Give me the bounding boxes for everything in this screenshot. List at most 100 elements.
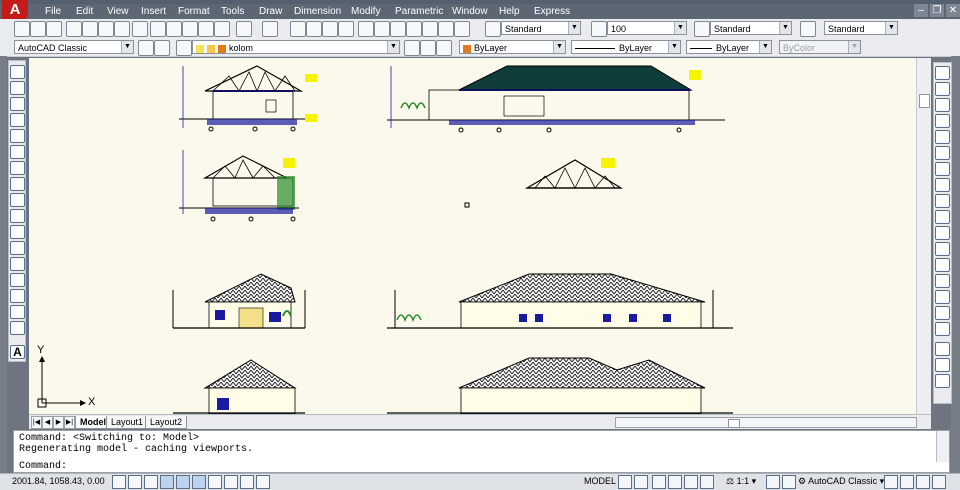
- pan-status-icon[interactable]: [652, 475, 666, 489]
- mirror-icon[interactable]: [935, 98, 950, 112]
- workspace-settings-icon[interactable]: [138, 40, 154, 56]
- prev-tab-icon[interactable]: ◀: [42, 416, 53, 429]
- model-space-label[interactable]: MODEL: [584, 475, 616, 488]
- command-line-input[interactable]: Command:: [13, 462, 950, 473]
- tab-layout2[interactable]: Layout2: [145, 416, 188, 429]
- hatch-icon[interactable]: [10, 289, 25, 303]
- paste-icon[interactable]: [182, 21, 198, 37]
- save-icon[interactable]: [46, 21, 62, 37]
- redo-icon[interactable]: [262, 21, 278, 37]
- zoom-previous-icon[interactable]: [338, 21, 354, 37]
- grid-display-icon[interactable]: [144, 475, 158, 489]
- menu-dimension[interactable]: Dimension: [291, 4, 344, 19]
- toolbar-lock-icon[interactable]: [884, 475, 898, 489]
- restore-icon[interactable]: ❐: [930, 4, 944, 17]
- explode-icon[interactable]: [935, 322, 950, 336]
- gradient-icon[interactable]: [10, 305, 25, 319]
- break-at-point-icon[interactable]: [935, 242, 950, 256]
- plotstyle-select[interactable]: ByColor ▼: [779, 40, 861, 54]
- menu-parametric[interactable]: Parametric: [392, 4, 446, 19]
- circle-icon[interactable]: [10, 161, 25, 175]
- make-current-layer-icon[interactable]: [404, 40, 420, 56]
- first-tab-icon[interactable]: |◀: [31, 416, 42, 429]
- table-style-select[interactable]: Standard ▼: [824, 21, 898, 35]
- drawing-canvas[interactable]: Y X: [29, 58, 931, 414]
- bring-to-front-icon[interactable]: [935, 358, 950, 372]
- object-snap-icon[interactable]: [192, 475, 206, 489]
- command-scrollbar[interactable]: [936, 431, 949, 463]
- fillet-icon[interactable]: [935, 306, 950, 320]
- copy-object-icon[interactable]: [935, 82, 950, 96]
- hardware-acceleration-icon[interactable]: [900, 475, 914, 489]
- plot-icon[interactable]: [132, 21, 148, 37]
- text-style-icon[interactable]: [485, 21, 501, 37]
- quick-view-drawings-icon[interactable]: [634, 475, 648, 489]
- print-preview-icon[interactable]: [82, 21, 98, 37]
- print-icon[interactable]: [66, 21, 82, 37]
- menu-insert[interactable]: Insert: [138, 4, 169, 19]
- move-icon[interactable]: [935, 146, 950, 160]
- 3d-dwf-icon[interactable]: [114, 21, 130, 37]
- region-icon[interactable]: [10, 321, 25, 335]
- point-icon[interactable]: [10, 273, 25, 287]
- isolate-objects-icon[interactable]: [916, 475, 930, 489]
- offset-icon[interactable]: [935, 114, 950, 128]
- linetype-select[interactable]: ByLayer ▼: [571, 40, 681, 54]
- infer-constraints-icon[interactable]: [112, 475, 126, 489]
- dimension-style-icon[interactable]: [694, 21, 710, 37]
- tab-layout1[interactable]: Layout1: [106, 416, 149, 429]
- showmotion-icon[interactable]: [700, 475, 714, 489]
- last-tab-icon[interactable]: ▶|: [64, 416, 75, 429]
- annotation-scale[interactable]: ⚖ 1:1 ▾: [726, 475, 756, 488]
- stretch-icon[interactable]: [935, 194, 950, 208]
- quick-view-layouts-icon[interactable]: [618, 475, 632, 489]
- dim-style-select[interactable]: Standard ▼: [710, 21, 792, 35]
- zoom-window-icon[interactable]: [322, 21, 338, 37]
- construction-line-icon[interactable]: [10, 81, 25, 95]
- table-style-icon[interactable]: [800, 21, 816, 37]
- autocad-logo-icon[interactable]: A: [2, 0, 28, 20]
- lineweight-select[interactable]: ByLayer ▼: [686, 40, 772, 54]
- annotation-visibility-icon[interactable]: [766, 475, 780, 489]
- text-style-select[interactable]: Standard ▼: [501, 21, 581, 35]
- lineweight-icon[interactable]: [256, 475, 270, 489]
- ellipse-arc-icon[interactable]: [10, 225, 25, 239]
- erase-icon[interactable]: [935, 66, 950, 80]
- design-center-icon[interactable]: [374, 21, 390, 37]
- scroll-thumb[interactable]: [919, 94, 930, 108]
- make-block-icon[interactable]: [10, 257, 25, 271]
- layer-previous-icon[interactable]: [420, 40, 436, 56]
- zoom-status-icon[interactable]: [668, 475, 682, 489]
- zoom-realtime-icon[interactable]: [306, 21, 322, 37]
- layer-select[interactable]: kolom ▼: [192, 40, 400, 54]
- tool-palettes-icon[interactable]: [390, 21, 406, 37]
- publish-icon[interactable]: [98, 21, 114, 37]
- properties-icon[interactable]: [358, 21, 374, 37]
- snap-mode-icon[interactable]: [128, 475, 142, 489]
- array-icon[interactable]: [935, 130, 950, 144]
- menu-format[interactable]: Format: [175, 4, 213, 19]
- spline-icon[interactable]: [10, 193, 25, 207]
- undo-icon[interactable]: [236, 21, 252, 37]
- menu-file[interactable]: File: [42, 4, 64, 19]
- markup-icon[interactable]: [422, 21, 438, 37]
- line-icon[interactable]: [10, 65, 25, 79]
- ellipse-icon[interactable]: [10, 209, 25, 223]
- polyline-icon[interactable]: [10, 97, 25, 111]
- send-to-back-icon[interactable]: [935, 374, 950, 388]
- object-snap-tracking-icon[interactable]: [208, 475, 222, 489]
- chamfer-icon[interactable]: [935, 290, 950, 304]
- match-properties-icon[interactable]: [198, 21, 214, 37]
- break-icon[interactable]: [935, 258, 950, 272]
- minimize-icon[interactable]: –: [914, 4, 928, 17]
- menu-express[interactable]: Express: [531, 4, 573, 19]
- menu-edit[interactable]: Edit: [73, 4, 96, 19]
- menu-modify[interactable]: Modify: [348, 4, 383, 19]
- block-editor-icon[interactable]: [214, 21, 230, 37]
- coordinates-readout[interactable]: 2001.84, 1058.43, 0.00: [12, 475, 105, 488]
- layer-states-icon[interactable]: [436, 40, 452, 56]
- hscroll-thumb[interactable]: [728, 419, 740, 428]
- close-icon[interactable]: ✕: [946, 4, 960, 17]
- workspace-gear-icon[interactable]: [154, 40, 170, 56]
- new-icon[interactable]: [14, 21, 30, 37]
